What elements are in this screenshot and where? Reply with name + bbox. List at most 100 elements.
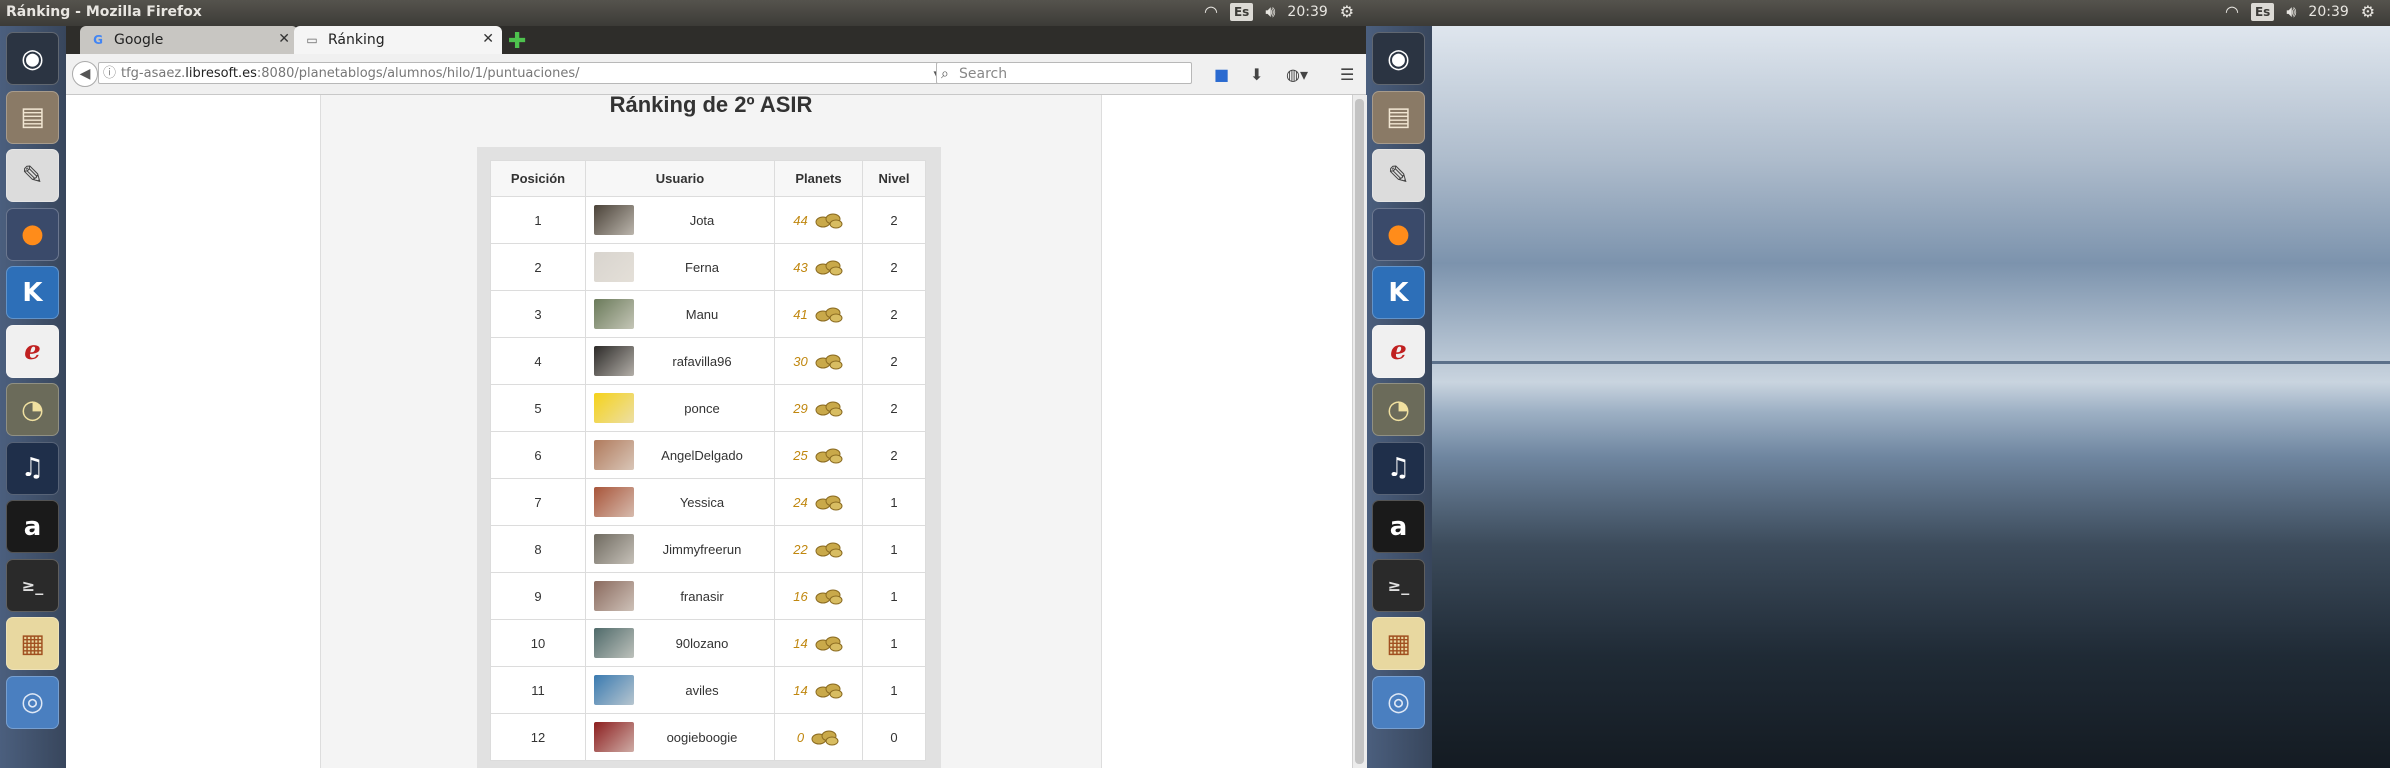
table-row: 3 Manu 41 2 (490, 290, 926, 338)
back-button[interactable]: ◀ (72, 61, 98, 87)
gimp-icon[interactable]: ◔ (6, 383, 59, 436)
kde-connect-icon[interactable]: K (1372, 266, 1425, 319)
ranking-table: Posición Usuario Planets Nivel 1 Jota 44 (490, 160, 926, 761)
clock[interactable]: 20:39 (1287, 4, 1327, 20)
menu-icon[interactable]: ☰ (1340, 65, 1354, 84)
avatar[interactable] (594, 252, 634, 282)
close-icon[interactable]: ✕ (482, 31, 494, 47)
files-icon[interactable]: ▤ (6, 90, 59, 144)
user-name-link[interactable]: franasir (634, 589, 774, 604)
ranking-table-container: Posición Usuario Planets Nivel 1 Jota 44 (477, 147, 941, 768)
user-cell: ponce (585, 384, 775, 432)
keyboard-layout-indicator[interactable]: Es (1229, 3, 1254, 21)
user-name-link[interactable]: 90lozano (634, 636, 774, 651)
avatar[interactable] (594, 675, 634, 705)
avatar[interactable] (594, 346, 634, 376)
files-icon[interactable]: ▤ (1372, 90, 1425, 144)
evince-icon[interactable]: ℯ (1372, 324, 1425, 378)
position-cell: 6 (490, 431, 586, 479)
gear-icon[interactable]: ⚙ (1340, 3, 1354, 21)
avatar[interactable] (594, 393, 634, 423)
clock[interactable]: 20:39 (2308, 4, 2348, 20)
volume-icon[interactable]: 🔊︎ (1265, 3, 1275, 21)
user-name-link[interactable]: Ferna (634, 260, 774, 275)
user-name-link[interactable]: Manu (634, 307, 774, 322)
position-cell: 5 (490, 384, 586, 432)
site-info-icon[interactable]: ⓘ (103, 63, 116, 85)
gimp-icon[interactable]: ◔ (1372, 383, 1425, 436)
user-name-link[interactable]: ponce (634, 401, 774, 416)
wifi-icon[interactable]: ◠ (1204, 3, 1218, 21)
avatar[interactable] (594, 722, 634, 752)
ubuntu-dash-icon[interactable]: ◉ (1372, 32, 1425, 85)
text-editor-icon[interactable]: ✎ (6, 149, 59, 202)
table-row: 1 Jota 44 2 (490, 196, 926, 244)
ubuntu-dash-icon[interactable]: ◉ (6, 32, 59, 85)
wifi-icon[interactable]: ◠ (2225, 3, 2239, 21)
terminal-icon[interactable]: ≥_ (1372, 558, 1425, 612)
position-cell: 1 (490, 196, 586, 244)
avatar[interactable] (594, 628, 634, 658)
avatar[interactable] (594, 205, 634, 235)
keyboard-layout-indicator[interactable]: Es (2250, 3, 2275, 21)
close-icon[interactable]: ✕ (278, 31, 290, 47)
user-name-link[interactable]: Jimmyfreerun (634, 542, 774, 557)
download-icon[interactable]: ⬇ (1250, 65, 1263, 84)
impress-icon[interactable]: ▦ (6, 617, 59, 670)
audacity-icon[interactable]: ♫ (1372, 441, 1425, 495)
amazon-icon[interactable]: a (1372, 500, 1425, 553)
user-name-link[interactable]: rafavilla96 (634, 354, 774, 369)
chromium-icon[interactable]: ◎ (1372, 675, 1425, 729)
avatar[interactable] (594, 534, 634, 564)
planets-cell: 24 (774, 478, 863, 526)
vertical-scrollbar[interactable] (1352, 95, 1367, 768)
user-name-link[interactable]: Jota (634, 213, 774, 228)
level-cell: 1 (862, 572, 926, 620)
volume-icon[interactable]: 🔊︎ (2286, 3, 2296, 21)
planets-cell: 14 (774, 666, 863, 714)
pocket-icon[interactable]: ■ (1214, 65, 1229, 84)
avatar[interactable] (594, 299, 634, 329)
coins-icon (815, 448, 843, 464)
impress-icon[interactable]: ▦ (1372, 617, 1425, 670)
audacity-icon[interactable]: ♫ (6, 441, 59, 495)
level-cell: 1 (862, 525, 926, 573)
planets-cell: 41 (774, 290, 863, 338)
terminal-icon[interactable]: ≥_ (6, 558, 59, 612)
user-name-link[interactable]: oogieboogie (634, 730, 774, 745)
avatar[interactable] (594, 487, 634, 517)
firefox-icon[interactable]: ● (6, 207, 59, 261)
planets-value: 14 (793, 635, 808, 651)
avatar[interactable] (594, 440, 634, 470)
chromium-icon[interactable]: ◎ (6, 675, 59, 729)
level-cell: 1 (862, 478, 926, 526)
user-cell: Manu (585, 290, 775, 338)
scrollbar-thumb[interactable] (1355, 99, 1364, 764)
tab-label: Google (114, 32, 164, 48)
text-editor-icon[interactable]: ✎ (1372, 149, 1425, 202)
amazon-icon[interactable]: a (6, 500, 59, 553)
planets-cell: 25 (774, 431, 863, 479)
url-bar[interactable]: ⓘ tfg-asaez.libresoft.es:8080/planetablo… (98, 62, 960, 84)
coins-icon (815, 401, 843, 417)
user-name-link[interactable]: aviles (634, 683, 774, 698)
gear-icon[interactable]: ⚙ (2361, 3, 2375, 21)
new-tab-button[interactable]: ✚ (508, 29, 526, 54)
search-input[interactable]: ⌕ Search (936, 62, 1192, 84)
firefox-icon[interactable]: ● (1372, 207, 1425, 261)
tab-google[interactable]: G Google ✕ (80, 26, 298, 54)
tab-ranking[interactable]: ▭ Ránking ✕ (294, 26, 502, 54)
planets-value: 29 (793, 400, 808, 416)
back-arrow-icon: ◀ (79, 66, 91, 82)
evince-icon[interactable]: ℯ (6, 324, 59, 378)
user-name-link[interactable]: AngelDelgado (634, 448, 774, 463)
user-cell: rafavilla96 (585, 337, 775, 385)
table-row: 8 Jimmyfreerun 22 1 (490, 525, 926, 573)
firefox-window: G Google ✕ ▭ Ránking ✕ ✚ ◀ ⓘ tfg-asaez.l… (66, 26, 1367, 768)
avatar[interactable] (594, 581, 634, 611)
user-cell: AngelDelgado (585, 431, 775, 479)
globe-icon[interactable]: ◍▾ (1286, 65, 1308, 84)
planets-cell: 44 (774, 196, 863, 244)
user-name-link[interactable]: Yessica (634, 495, 774, 510)
kde-connect-icon[interactable]: K (6, 266, 59, 319)
